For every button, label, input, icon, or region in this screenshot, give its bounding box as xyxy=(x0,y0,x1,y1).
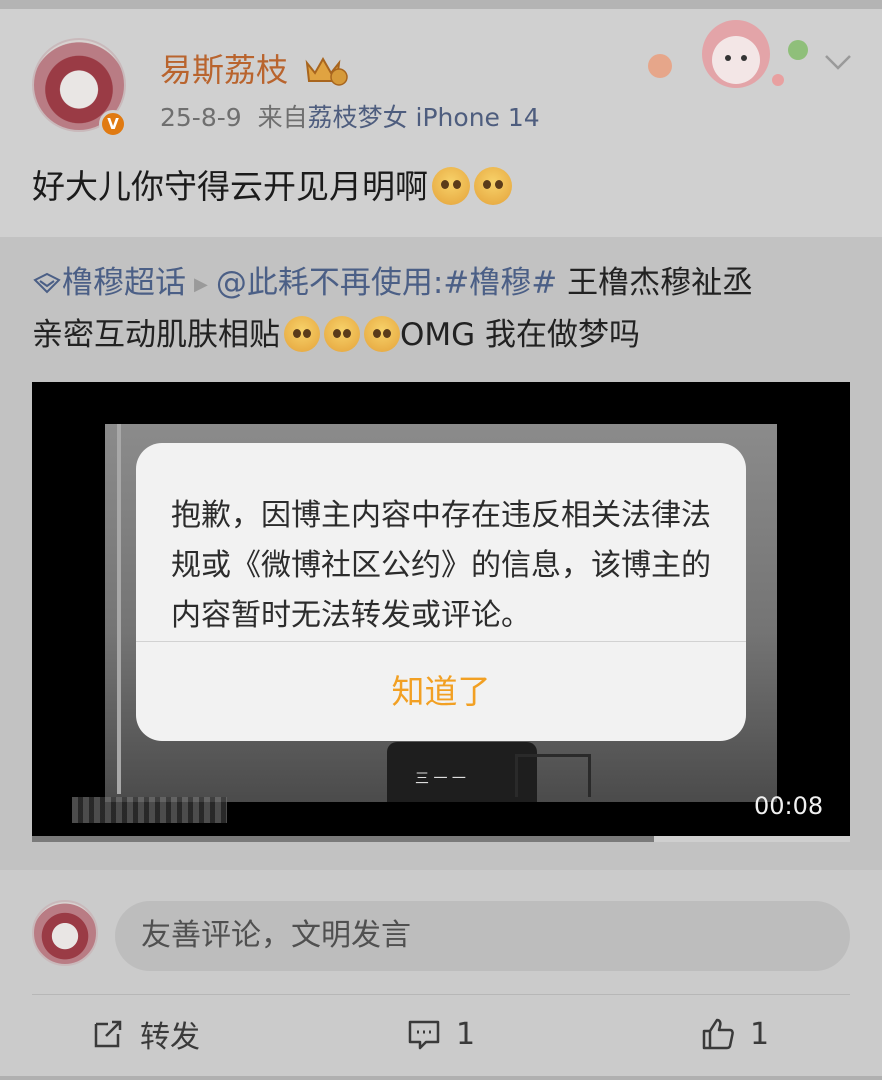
alert-dialog: 抱歉，因博主内容中存在违反相关法律法规或《微博社区公约》的信息，该博主的内容暂时… xyxy=(136,443,746,741)
play-triangle-icon: ▶ xyxy=(194,274,208,295)
repost-icon xyxy=(94,1020,122,1048)
repost-label: 转发 xyxy=(140,1020,200,1055)
video-progress-fill xyxy=(653,836,850,842)
alert-ok-button[interactable]: 知道了 xyxy=(136,642,746,741)
repost-text: 橹穆超话 ▶ @此耗不再使用:#橹穆# 王橹杰穆祉丞 亲密互动肌肤相贴 OMG 我在做… xyxy=(32,258,852,360)
repost-text-line2: 亲密互动肌肤相贴 xyxy=(32,317,280,353)
video-chair xyxy=(515,754,591,797)
alert-message: 抱歉，因博主内容中存在违反相关法律法规或《微博社区公约》的信息，该博主的内容暂时… xyxy=(171,498,711,633)
video-watermark-logo: ​ xyxy=(640,748,646,773)
author-name[interactable]: 易斯荔枝 xyxy=(160,48,288,92)
bottom-edge xyxy=(0,1076,882,1080)
decorative-sticker xyxy=(648,20,808,88)
supertopic-link[interactable]: 橹穆超话 xyxy=(32,265,186,301)
video-subtitle-fragment: 三 一 一 xyxy=(415,771,466,787)
post-text: 好大儿你守得云开见月明啊 xyxy=(32,162,512,212)
comment-count: 1 xyxy=(456,1016,476,1052)
pleading-emoji-icon xyxy=(324,316,360,352)
verified-badge-icon: V xyxy=(99,110,127,138)
blurred-caption xyxy=(72,797,227,823)
like-icon xyxy=(702,1018,734,1050)
like-count: 1 xyxy=(750,1016,770,1052)
divider xyxy=(32,994,850,995)
video-wall-detail xyxy=(117,424,121,794)
post-meta: 25-8-9 来自荔枝梦女 iPhone 14 xyxy=(160,100,540,136)
chevron-down-icon[interactable] xyxy=(822,50,854,74)
comment-button[interactable]: 1 xyxy=(406,1010,475,1058)
like-button[interactable]: 1 xyxy=(700,1010,769,1058)
video-timestamp: 00:08 xyxy=(754,792,824,820)
post-date: 25-8-9 xyxy=(160,103,242,132)
comment-icon xyxy=(408,1020,440,1050)
supertopic-icon xyxy=(33,272,61,294)
my-avatar[interactable] xyxy=(32,900,98,966)
top-strip xyxy=(0,0,882,9)
pleading-emoji-icon xyxy=(284,316,320,352)
post-text-content: 好大儿你守得云开见月明啊 xyxy=(32,167,428,206)
original-author-link[interactable]: @此耗不再使用 xyxy=(216,265,433,301)
repost-text-tail: OMG 我在做梦吗 xyxy=(400,317,641,353)
crown-badge-icon xyxy=(305,56,348,86)
pleading-emoji-icon xyxy=(474,167,512,205)
source-prefix: 来自 xyxy=(257,103,308,132)
hashtag-link[interactable]: :#橹穆# xyxy=(433,265,557,301)
pleading-emoji-icon xyxy=(432,167,470,205)
repost-text-line1: 王橹杰穆祉丞 xyxy=(557,265,754,301)
comment-input[interactable]: 友善评论，文明发言 xyxy=(115,901,850,971)
repost-button[interactable]: 转发 xyxy=(90,1010,200,1058)
post-source[interactable]: 荔枝梦女 iPhone 14 xyxy=(308,103,540,132)
pleading-emoji-icon xyxy=(364,316,400,352)
supertopic-label: 橹穆超话 xyxy=(62,265,186,301)
